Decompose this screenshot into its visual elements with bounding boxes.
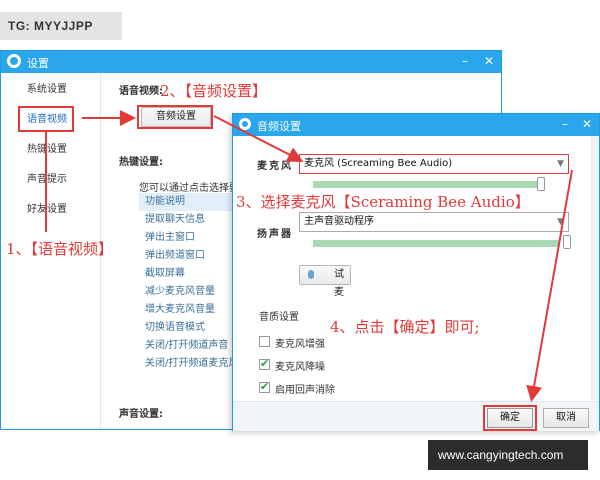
audio-dialog-title-bar: 音频设置 – ✕ xyxy=(233,114,599,136)
checkbox[interactable] xyxy=(259,336,270,347)
speaker-level-meter xyxy=(313,240,559,247)
option-label: 启用回声消除 xyxy=(275,385,335,396)
section-hotkey-label: 热键设置: xyxy=(119,157,163,168)
test-microphone-label: 试麦 xyxy=(334,269,344,298)
speaker-select[interactable]: 主声音驱动程序 ▼ xyxy=(299,212,569,232)
annotation-step4: 4、点击【确定】即可; xyxy=(330,318,480,336)
dropdown-arrow-icon: ▼ xyxy=(557,159,564,169)
dialog-scrollbar[interactable] xyxy=(591,136,599,400)
cancel-button[interactable]: 取消 xyxy=(543,408,589,428)
annotation-highlight-ok xyxy=(483,405,537,431)
dialog-minimize-button[interactable]: – xyxy=(557,116,573,132)
settings-title: 设置 xyxy=(27,57,49,70)
watermark-bottom-right: www.cangyingtech.com xyxy=(428,440,588,470)
section-voice-label: 语音视频: xyxy=(119,86,163,97)
microphone-select[interactable]: 麦克风 (Screaming Bee Audio) ▼ xyxy=(299,154,569,174)
test-microphone-button[interactable]: 试麦 xyxy=(299,265,351,298)
quality-settings-title: 音质设置 xyxy=(259,312,299,323)
dialog-footer: 确定 取消 xyxy=(233,401,599,431)
watermark-top-left: TG: MYYJJPP xyxy=(0,12,122,40)
check-icon[interactable] xyxy=(259,380,270,393)
annotation-step2: 2、【音频设置】 xyxy=(160,82,268,100)
check-icon[interactable] xyxy=(259,357,270,370)
microphone-value: 麦克风 (Screaming Bee Audio) xyxy=(304,158,453,169)
microphone-volume-slider[interactable] xyxy=(537,177,545,191)
annotation-step1: 1、【语音视频】 xyxy=(6,240,114,258)
audio-dialog-title: 音频设置 xyxy=(257,120,301,133)
dropdown-arrow-icon: ▼ xyxy=(557,217,564,227)
close-button[interactable]: ✕ xyxy=(481,53,497,69)
gear-icon xyxy=(239,118,251,130)
sidebar-item-system[interactable]: 系统设置 xyxy=(1,79,101,101)
dialog-close-button[interactable]: ✕ xyxy=(579,116,595,132)
speaker-volume-slider[interactable] xyxy=(563,235,571,249)
hotkey-hint: 您可以通过点击选择要 xyxy=(139,183,239,194)
sidebar-item-hotkey[interactable]: 热键设置 xyxy=(1,139,101,161)
screenshot-stage: TG: MYYJJPP 设置 – ✕ 系统设置 语音视频 热键设置 声音提示 好… xyxy=(0,0,600,480)
microphone-label: 麦克风 xyxy=(257,161,293,172)
speaker-value: 主声音驱动程序 xyxy=(304,216,374,227)
settings-title-bar: 设置 – ✕ xyxy=(1,51,501,73)
minimize-button[interactable]: – xyxy=(457,53,473,69)
audio-settings-dialog: 音频设置 – ✕ 麦克风 麦克风 (Screaming Bee Audio) ▼… xyxy=(232,113,600,431)
sidebar-item-friends[interactable]: 好友设置 xyxy=(1,199,101,221)
annotation-step3: 3、选择麦克风【Sceraming Bee Audio】 xyxy=(236,193,530,211)
microphone-icon xyxy=(308,270,314,279)
section-sound-label: 声音设置: xyxy=(119,409,163,420)
option-label: 麦克风增强 xyxy=(275,339,325,350)
annotation-highlight-voice-video xyxy=(18,106,74,132)
microphone-level-meter xyxy=(313,181,539,188)
audio-settings-button[interactable]: 音频设置 xyxy=(141,107,211,127)
gear-icon xyxy=(7,54,21,68)
sidebar-item-sound[interactable]: 声音提示 xyxy=(1,169,101,191)
speaker-label: 扬声器 xyxy=(257,229,293,240)
option-label: 麦克风降噪 xyxy=(275,362,325,373)
